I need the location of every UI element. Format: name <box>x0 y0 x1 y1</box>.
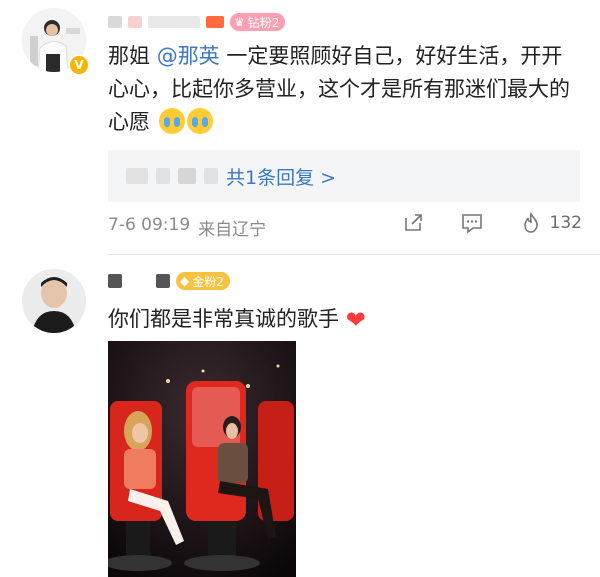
comment-text: 你们都是非常真诚的歌手 ❤ <box>108 303 582 337</box>
blurred-username <box>206 16 224 28</box>
like-button[interactable]: 132 <box>520 212 582 234</box>
avatar[interactable] <box>22 269 86 333</box>
comment-button[interactable] <box>460 212 484 234</box>
blurred-username <box>204 168 218 184</box>
crying-face-emoji <box>158 108 185 134</box>
reply-preview[interactable]: 共1条回复 > <box>108 150 580 202</box>
blurred-username <box>108 16 122 28</box>
like-count: 132 <box>549 213 582 233</box>
blurred-username <box>126 168 148 184</box>
crying-face-emoji <box>186 108 213 134</box>
share-icon <box>404 214 422 231</box>
share-button[interactable] <box>402 212 424 234</box>
timestamp: 7-6 09:19 <box>108 215 191 235</box>
blurred-username <box>108 274 122 288</box>
view-replies-link[interactable]: 共1条回复 > <box>226 163 336 190</box>
blurred-username <box>156 168 170 184</box>
blurred-username <box>156 274 170 288</box>
comment-icon <box>461 214 482 234</box>
verified-icon: V <box>68 54 90 76</box>
username-bar[interactable]: ♛ 钻粉2 <box>108 12 286 32</box>
blurred-username <box>178 168 196 184</box>
location: 来自辽宁 <box>198 220 267 240</box>
fan-badge[interactable]: ◆ 金粉2 <box>176 272 230 290</box>
comment-actions: 132 <box>402 212 582 234</box>
comment-text: 那姐 @那英 一定要照顾好自己，好好生活，开开心心，比起你多营业，这个才是所有那… <box>108 44 570 134</box>
red-heart-emoji: ❤ <box>345 306 366 334</box>
comment-meta: 7-6 09:19 来自辽宁 <box>108 215 266 240</box>
comment-1: V ♛ 钻粉2 那姐 @那英 一定要照顾好自己，好好生活，开开心心，比起你多营业… <box>0 0 600 255</box>
comment-photo[interactable] <box>108 341 296 577</box>
blurred-username <box>148 16 200 28</box>
crown-icon: ♛ <box>234 15 245 29</box>
username-bar[interactable]: ◆ 金粉2 <box>108 271 230 291</box>
comment-2: ◆ 金粉2 你们都是非常真诚的歌手 ❤ <box>0 255 600 577</box>
mention-link[interactable]: @那英 <box>157 44 220 68</box>
gem-icon: ◆ <box>180 274 190 288</box>
blurred-username <box>128 275 150 287</box>
blurred-username <box>128 16 142 28</box>
fan-badge[interactable]: ♛ 钻粉2 <box>230 13 286 31</box>
like-icon <box>523 212 538 233</box>
